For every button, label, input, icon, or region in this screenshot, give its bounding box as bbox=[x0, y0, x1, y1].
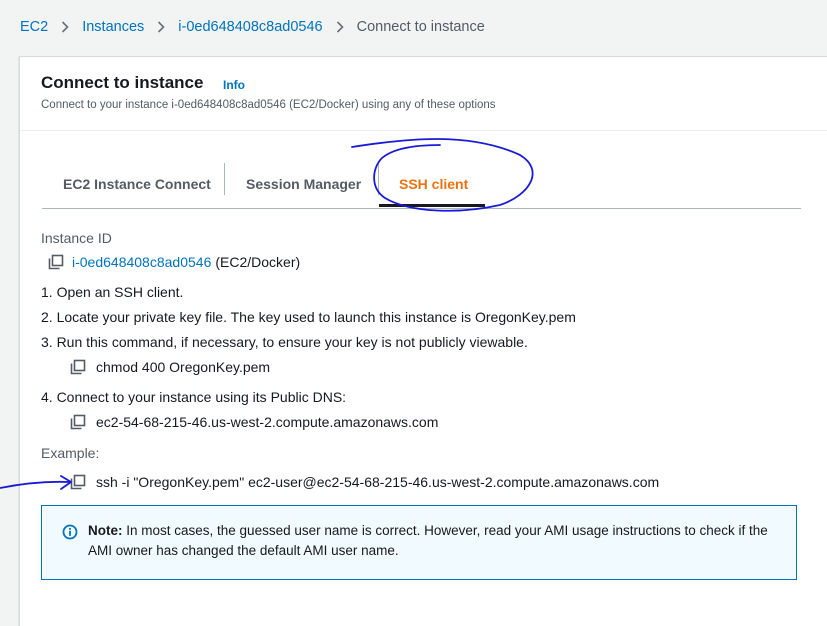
public-dns-row: ec2-54-68-215-46.us-west-2.compute.amazo… bbox=[70, 414, 438, 430]
tab-divider bbox=[378, 163, 379, 195]
instance-id-link[interactable]: i-0ed648408c8ad0546 bbox=[72, 254, 211, 270]
chmod-command-row: chmod 400 OregonKey.pem bbox=[70, 359, 270, 375]
copy-icon[interactable] bbox=[70, 359, 86, 375]
note-text: Note: In most cases, the guessed user na… bbox=[88, 521, 778, 561]
ssh-command-row: ssh -i "OregonKey.pem" ec2-user@ec2-54-6… bbox=[70, 474, 659, 490]
note-prefix: Note: bbox=[88, 523, 123, 538]
page-title: Connect to instance bbox=[41, 73, 204, 92]
info-link[interactable]: Info bbox=[223, 78, 245, 92]
copy-icon[interactable] bbox=[48, 254, 64, 270]
instance-name: (EC2/Docker) bbox=[215, 254, 301, 270]
active-tab-indicator bbox=[379, 204, 485, 207]
breadcrumb: EC2 Instances i-0ed648408c8ad0546 Connec… bbox=[20, 17, 485, 37]
example-label: Example: bbox=[41, 445, 100, 461]
chevron-right-icon bbox=[336, 21, 344, 33]
tab-ssh-client[interactable]: SSH client bbox=[399, 162, 468, 206]
copy-icon[interactable] bbox=[70, 474, 86, 490]
breadcrumb-current: Connect to instance bbox=[356, 19, 485, 35]
breadcrumb-instances-link[interactable]: Instances bbox=[82, 19, 144, 35]
instance-id-row: i-0ed648408c8ad0546 (EC2/Docker) bbox=[48, 254, 300, 270]
breadcrumb-instance-link[interactable]: i-0ed648408c8ad0546 bbox=[178, 19, 322, 35]
breadcrumb-ec2-link[interactable]: EC2 bbox=[20, 19, 48, 35]
chevron-right-icon bbox=[157, 21, 165, 33]
info-note: Note: In most cases, the guessed user na… bbox=[41, 505, 797, 580]
step-3: 3. Run this command, if necessary, to en… bbox=[41, 334, 528, 350]
chevron-right-icon bbox=[61, 21, 69, 33]
connect-panel: Connect to instance Info Connect to your… bbox=[19, 56, 827, 626]
step-4: 4. Connect to your instance using its Pu… bbox=[41, 389, 347, 405]
copy-icon[interactable] bbox=[70, 414, 86, 430]
instance-id-label: Instance ID bbox=[41, 230, 112, 246]
public-dns: ec2-54-68-215-46.us-west-2.compute.amazo… bbox=[96, 414, 439, 430]
info-circle-icon bbox=[62, 524, 78, 540]
ssh-command: ssh -i "OregonKey.pem" ec2-user@ec2-54-6… bbox=[96, 474, 660, 490]
tab-session-manager[interactable]: Session Manager bbox=[246, 162, 361, 206]
connect-tabs: EC2 Instance Connect Session Manager SSH… bbox=[42, 162, 801, 209]
chmod-command: chmod 400 OregonKey.pem bbox=[96, 359, 271, 375]
tab-ec2-instance-connect[interactable]: EC2 Instance Connect bbox=[63, 162, 211, 206]
tab-divider bbox=[224, 163, 225, 195]
step-1: 1. Open an SSH client. bbox=[41, 284, 184, 300]
note-body: In most cases, the guessed user name is … bbox=[88, 523, 768, 558]
panel-header: Connect to instance Info Connect to your… bbox=[20, 57, 827, 131]
step-2: 2. Locate your private key file. The key… bbox=[41, 309, 576, 325]
page-description: Connect to your instance i-0ed648408c8ad… bbox=[41, 99, 496, 111]
